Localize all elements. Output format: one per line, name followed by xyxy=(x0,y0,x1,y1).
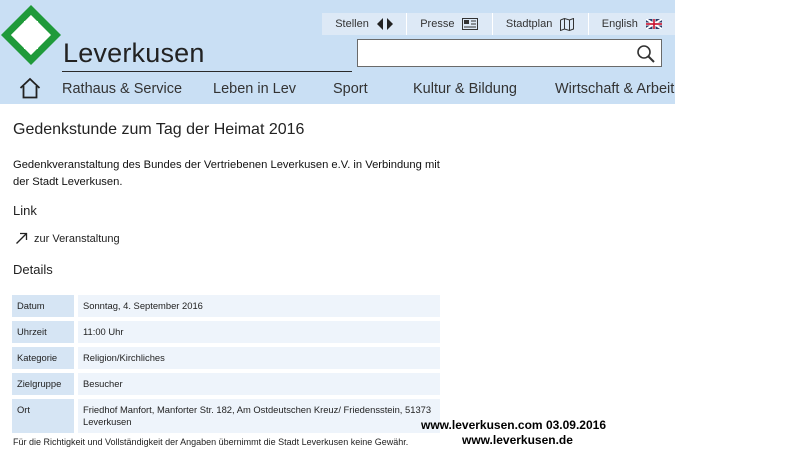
details-table: Datum Sonntag, 4. September 2016 Uhrzeit… xyxy=(12,291,440,437)
topbar-label: Stadtplan xyxy=(505,18,553,30)
search-icon[interactable] xyxy=(635,43,657,65)
detail-value: Friedhof Manfort, Manforter Str. 182, Am… xyxy=(74,399,440,433)
service-bar: Stellen Presse Stadtplan English xyxy=(322,13,675,35)
table-row: Uhrzeit 11:00 Uhr xyxy=(12,321,440,343)
event-link[interactable]: zur Veranstaltung xyxy=(15,232,120,245)
detail-value: Besucher xyxy=(74,373,440,395)
title-underline xyxy=(62,71,352,72)
link-heading: Link xyxy=(13,203,37,218)
nav-item-sport[interactable]: Sport xyxy=(333,81,368,97)
watermark-line-2: www.leverkusen.de xyxy=(462,433,573,447)
city-logo-icon[interactable] xyxy=(0,4,62,66)
topbar-label: English xyxy=(601,18,638,30)
topbar-item-stadtplan[interactable]: Stadtplan xyxy=(491,13,588,35)
uk-flag-icon xyxy=(645,19,662,29)
home-icon[interactable] xyxy=(19,77,41,99)
table-row: Kategorie Religion/Kirchliches xyxy=(12,347,440,369)
topbar-label: Presse xyxy=(420,18,455,30)
site-title[interactable]: Leverkusen xyxy=(63,38,205,69)
page-title: Gedenkstunde zum Tag der Heimat 2016 xyxy=(13,121,305,138)
details-heading: Details xyxy=(13,262,53,277)
detail-value: Sonntag, 4. September 2016 xyxy=(74,295,440,317)
external-link-arrow-icon xyxy=(16,232,28,244)
detail-key: Kategorie xyxy=(12,347,74,369)
main-navigation: Rathaus & Service Leben in Lev Sport Kul… xyxy=(0,76,675,104)
detail-key: Zielgruppe xyxy=(12,373,74,395)
newspaper-icon xyxy=(462,18,479,30)
detail-key: Datum xyxy=(12,295,74,317)
detail-value: 11:00 Uhr xyxy=(74,321,440,343)
nav-item-wirtschaft[interactable]: Wirtschaft & Arbeit xyxy=(555,81,674,97)
topbar-label: Stellen xyxy=(335,18,369,30)
nav-item-rathaus[interactable]: Rathaus & Service xyxy=(62,81,182,97)
event-description: Gedenkveranstaltung des Bundes der Vertr… xyxy=(13,159,440,188)
search-input[interactable] xyxy=(362,44,626,64)
table-row: Ort Friedhof Manfort, Manforter Str. 182… xyxy=(12,399,440,433)
nav-item-leben[interactable]: Leben in Lev xyxy=(213,81,296,97)
topbar-item-presse[interactable]: Presse xyxy=(406,13,492,35)
arrows-icon xyxy=(376,18,393,30)
table-row: Datum Sonntag, 4. September 2016 xyxy=(12,295,440,317)
disclaimer-text: Für die Richtigkeit und Vollständigkeit … xyxy=(13,437,409,447)
map-icon xyxy=(560,17,575,31)
detail-key: Ort xyxy=(12,399,74,433)
table-row: Zielgruppe Besucher xyxy=(12,373,440,395)
search-box xyxy=(357,39,662,67)
detail-key: Uhrzeit xyxy=(12,321,74,343)
watermark-line-1: www.leverkusen.com 03.09.2016 xyxy=(421,418,606,432)
topbar-item-stellen[interactable]: Stellen xyxy=(322,13,406,35)
site-header: Stellen Presse Stadtplan English Leverku… xyxy=(0,0,675,104)
event-link-label: zur Veranstaltung xyxy=(34,232,120,245)
nav-item-kultur[interactable]: Kultur & Bildung xyxy=(413,81,517,97)
topbar-item-english[interactable]: English xyxy=(587,13,675,35)
detail-value: Religion/Kirchliches xyxy=(74,347,440,369)
